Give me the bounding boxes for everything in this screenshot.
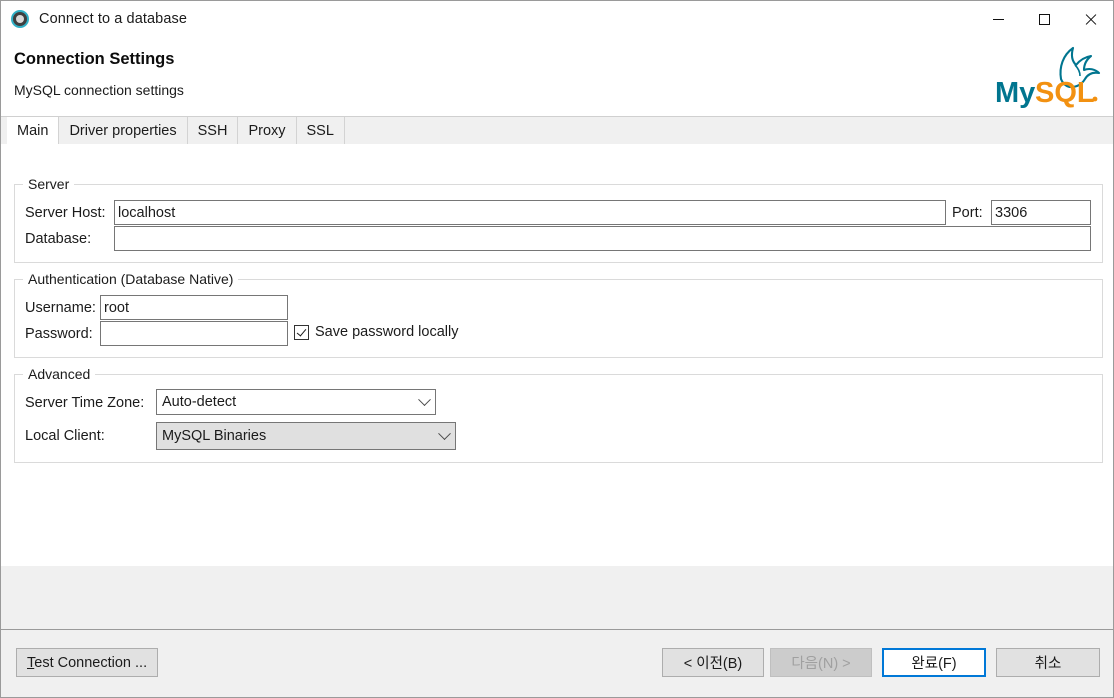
checkbox-box-icon [294,324,309,340]
database-label: Database: [25,231,92,247]
username-label: Username: [25,300,96,316]
svg-text:My: My [995,77,1035,109]
port-input[interactable] [991,200,1091,225]
title-bar: Connect to a database [1,1,1113,37]
chevron-down-icon [413,392,435,407]
tab-ssh[interactable]: SSH [187,117,239,144]
server-group-legend: Server [28,176,70,192]
page-title: Connection Settings [14,50,175,68]
test-connection-button[interactable]: Test Connection ... [16,648,159,677]
window-title: Connect to a database [39,11,188,27]
close-button[interactable] [1067,1,1113,37]
finish-button[interactable]: 완료(F) [882,648,986,677]
next-button[interactable]: 다음(N) > [770,648,872,677]
authentication-group-legend: Authentication (Database Native) [28,271,234,287]
local-client-combobox[interactable]: MySQL Binaries [156,422,456,450]
window-controls [975,1,1113,37]
chevron-down-icon [433,426,455,441]
port-label: Port: [952,205,983,221]
tab-ssl[interactable]: SSL [296,117,345,144]
tab-proxy[interactable]: Proxy [238,117,297,144]
database-connect-icon [11,10,29,28]
local-client-value: MySQL Binaries [162,428,267,444]
tab-main[interactable]: Main [7,117,60,144]
database-input[interactable] [114,226,1091,251]
tab-bar: Main Driver properties SSH Proxy SSL [1,117,1113,144]
back-button[interactable]: < 이전(B) [662,648,764,677]
server-time-zone-label: Server Time Zone: [25,395,145,411]
cancel-button[interactable]: 취소 [996,648,1100,677]
server-time-zone-value: Auto-detect [162,394,237,410]
save-password-label: Save password locally [315,324,459,340]
maximize-icon [1038,13,1050,25]
main-tab-panel: Server Server Host: Port: Database: Auth… [1,144,1113,566]
test-connection-label: est Connection ... [34,654,148,671]
dialog-header: Connection Settings MySQL connection set… [1,37,1113,117]
username-input[interactable] [100,295,288,320]
save-password-checkbox[interactable]: Save password locally [294,324,458,340]
server-host-input[interactable] [114,200,946,225]
svg-text:SQL: SQL [1035,77,1095,109]
local-client-label: Local Client: [25,428,105,444]
server-time-zone-combobox[interactable]: Auto-detect [156,389,436,415]
mysql-logo: My SQL [995,46,1101,109]
tab-driver-properties[interactable]: Driver properties [59,117,188,144]
dialog-footer: Test Connection ... < 이전(B) 다음(N) > 완료(F… [1,629,1113,697]
panel-filler [1,566,1113,629]
close-icon [1084,13,1096,25]
connect-to-database-dialog: Connect to a database Connection Setting… [0,0,1114,698]
password-input[interactable] [100,321,288,346]
password-label: Password: [25,326,93,342]
server-host-label: Server Host: [25,205,106,221]
minimize-icon [992,18,1004,20]
minimize-button[interactable] [975,1,1021,37]
page-subtitle: MySQL connection settings [14,82,184,98]
maximize-button[interactable] [1021,1,1067,37]
advanced-group-legend: Advanced [28,366,91,382]
